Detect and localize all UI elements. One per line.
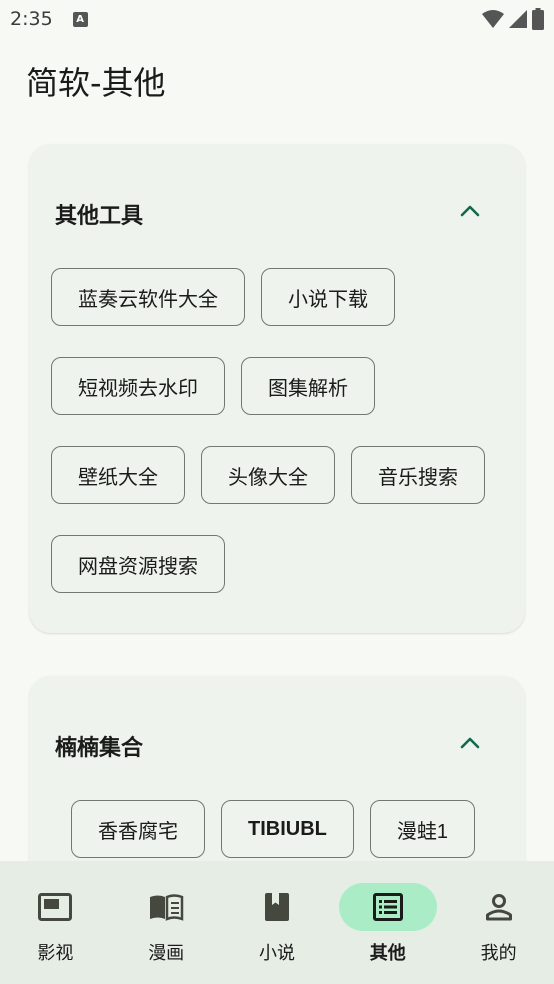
nav-icon-container xyxy=(117,883,215,931)
open-book-icon xyxy=(150,894,184,921)
chip-novel-download[interactable]: 小说下载 xyxy=(261,268,395,326)
chip-tibiubl[interactable]: TIBIUBL xyxy=(221,800,354,858)
nav-item-other[interactable]: 其他 xyxy=(332,861,443,984)
chevron-up-icon[interactable] xyxy=(459,202,481,218)
section-title: 其他工具 xyxy=(55,204,144,229)
chip-xiangxiang[interactable]: 香香腐宅 xyxy=(71,800,205,858)
status-time: 2:35 xyxy=(10,8,53,30)
bottom-nav: 影视 漫画 小说 其他 我的 xyxy=(0,861,554,984)
nav-item-novels[interactable]: 小说 xyxy=(222,861,333,984)
nav-icon-container xyxy=(450,883,548,931)
chip-row: 短视频去水印 图集解析 xyxy=(51,357,511,415)
book-icon xyxy=(264,893,289,921)
video-icon xyxy=(38,893,73,921)
chip-row: 网盘资源搜索 xyxy=(51,535,511,593)
battery-icon xyxy=(532,8,544,30)
chip-manwa[interactable]: 漫蛙1 xyxy=(369,800,476,858)
screen: 2:35 A 简软-其他 其他工具 蓝奏云软件大全 小说下载 短视频去水印 图集… xyxy=(0,0,554,984)
chip-group: 蓝奏云软件大全 小说下载 短视频去水印 图集解析 壁纸大全 头像大全 音乐搜索 … xyxy=(51,268,511,624)
status-indicators xyxy=(482,8,544,30)
section-card-other-tools: 其他工具 蓝奏云软件大全 小说下载 短视频去水印 图集解析 壁纸大全 头像大全 … xyxy=(29,144,525,633)
nav-label: 漫画 xyxy=(148,943,185,964)
chip-cloud-drive-search[interactable]: 网盘资源搜索 xyxy=(51,535,225,593)
nav-icon-container xyxy=(6,883,104,931)
nav-label: 其他 xyxy=(369,943,406,964)
chip-watermark-remover[interactable]: 短视频去水印 xyxy=(51,357,225,415)
chip-row: 壁纸大全 头像大全 音乐搜索 xyxy=(51,446,511,504)
chevron-up-icon[interactable] xyxy=(459,734,481,750)
nav-label: 我的 xyxy=(480,943,517,964)
nav-item-comics[interactable]: 漫画 xyxy=(111,861,222,984)
chip-gallery-parser[interactable]: 图集解析 xyxy=(241,357,375,415)
nav-item-video[interactable]: 影视 xyxy=(0,861,111,984)
page-title: 简软-其他 xyxy=(26,64,166,102)
status-bar: 2:35 A xyxy=(0,0,554,38)
chip-row: 香香腐宅 TIBIUBL 漫蛙1 xyxy=(71,800,531,858)
chip-wallpapers[interactable]: 壁纸大全 xyxy=(51,446,185,504)
chip-avatars[interactable]: 头像大全 xyxy=(201,446,335,504)
chip-row: 蓝奏云软件大全 小说下载 xyxy=(51,268,511,326)
section-title: 楠楠集合 xyxy=(55,736,144,761)
nav-icon-container xyxy=(338,883,437,931)
nav-label: 小说 xyxy=(258,943,295,964)
wifi-icon xyxy=(482,10,504,28)
nav-icon-container xyxy=(228,883,326,931)
person-icon xyxy=(485,894,512,921)
chip-lanzou-software[interactable]: 蓝奏云软件大全 xyxy=(51,268,245,326)
chip-music-search[interactable]: 音乐搜索 xyxy=(351,446,485,504)
notification-app-icon: A xyxy=(72,11,88,27)
nav-label: 影视 xyxy=(37,943,74,964)
signal-icon xyxy=(509,10,527,28)
nav-item-profile[interactable]: 我的 xyxy=(443,861,554,984)
list-icon xyxy=(372,893,403,921)
